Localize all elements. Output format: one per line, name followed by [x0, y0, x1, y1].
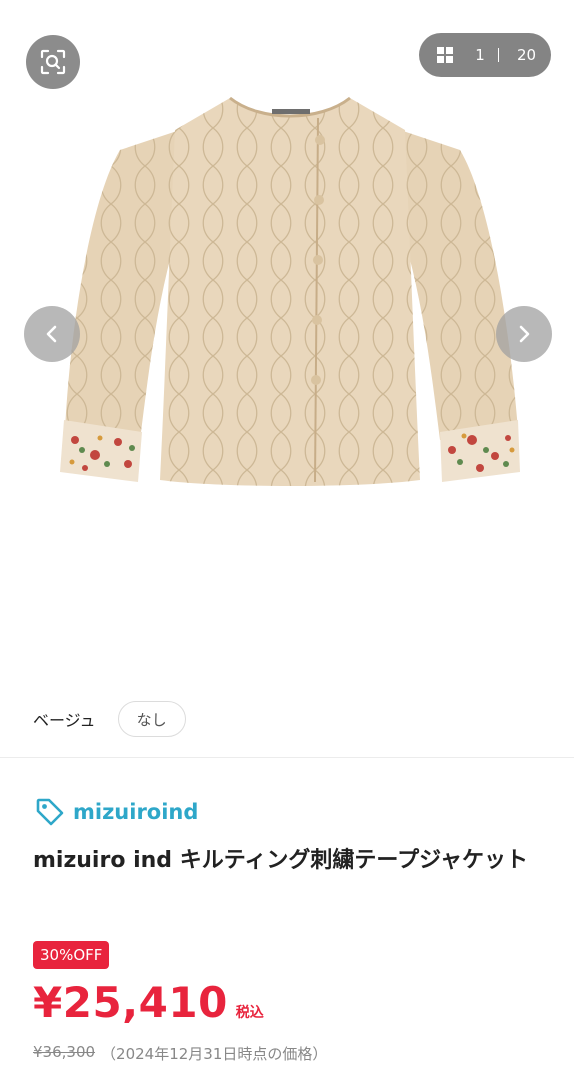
- original-price: ¥36,300: [33, 1043, 96, 1061]
- total-image-count: 20: [517, 46, 537, 64]
- sale-price: ¥25,410 税込: [33, 978, 264, 1038]
- color-name: ベージュ: [33, 711, 96, 730]
- size-option-chip[interactable]: なし: [117, 701, 186, 737]
- counter-divider: [498, 48, 499, 62]
- current-image-index: 1: [475, 46, 485, 64]
- product-image[interactable]: [60, 90, 520, 510]
- brand-name[interactable]: mizuiroind: [73, 800, 198, 824]
- image-search-button[interactable]: [26, 35, 80, 89]
- image-counter-button[interactable]: 1 20: [419, 33, 551, 77]
- grid-icon: [437, 47, 453, 63]
- discount-badge: 30%OFF: [33, 941, 110, 969]
- price-tag-icon: [36, 798, 64, 826]
- chevron-left-icon: [46, 325, 57, 343]
- price-date-note: （2024年12月31日時点の価格）: [101, 1045, 328, 1063]
- product-title: mizuiro ind キルティング刺繍テープジャケット: [33, 848, 528, 873]
- price-amount: ¥25,410: [33, 978, 228, 1027]
- variant-selector: ベージュ なし: [0, 700, 574, 738]
- next-image-button[interactable]: [496, 306, 552, 362]
- reference-price: ¥36,300 （2024年12月31日時点の価格）: [33, 1043, 327, 1064]
- section-divider: [0, 757, 574, 758]
- previous-image-button[interactable]: [24, 306, 80, 362]
- brand-link[interactable]: mizuiroind: [35, 796, 198, 828]
- chevron-right-icon: [519, 325, 530, 343]
- product-image-gallery[interactable]: 1 20: [0, 0, 574, 680]
- tax-included-label: 税込: [235, 1005, 264, 1021]
- image-search-icon: [40, 49, 66, 75]
